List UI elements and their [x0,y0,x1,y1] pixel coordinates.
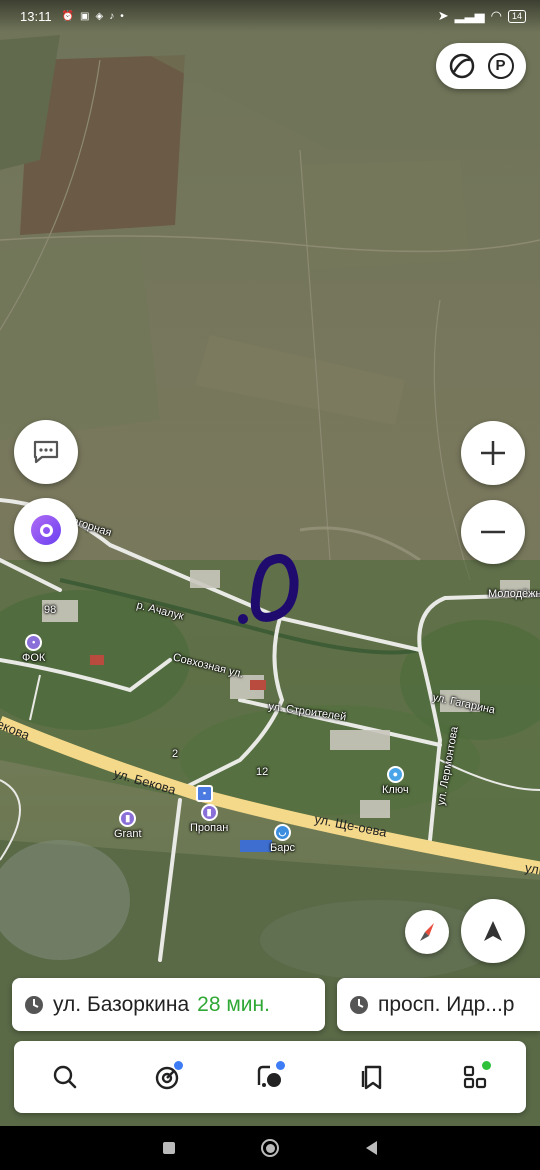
parking-icon: P [487,53,514,79]
tab-search[interactable] [35,1047,95,1107]
compass-button[interactable] [405,910,449,954]
minus-icon [481,530,505,534]
shopping-cart-icon: ◡ [273,824,291,841]
notification-badge [481,1061,491,1070]
battery-icon: 14 [507,9,526,23]
my-location-button[interactable] [461,899,525,963]
bus-stop-icon: ▪ [196,785,213,802]
house-number: 2 [172,748,179,760]
alice-voice-assistant-icon [31,515,61,545]
wifi-icon: ◠ [490,8,502,23]
more-dots-icon: • [120,10,124,22]
shield-icon: ◈ [95,10,104,22]
compass-icon [420,923,434,941]
house-number: 98 [44,604,57,616]
route-destination: ул. Базоркина [53,992,190,1016]
fuel-station-icon: ▮ [119,810,137,827]
clock-icon [25,995,43,1014]
lock-icon: ▣ [80,10,90,22]
alarm-icon: ⏰ [61,10,75,22]
poi-grant[interactable]: ▮ Grant [114,810,142,840]
route-chip-idrisa[interactable]: просп. Идр...р [337,978,540,1031]
location-arrow-icon: ➤ [437,8,449,23]
status-time: 13:11 [20,8,52,24]
status-bar: 13:11 ⏰ ▣ ◈ ♪ • ➤ ▂▃▅ ◠ 14 [0,0,540,32]
house-number: 12 [256,766,269,778]
satellite-map[interactable]: р. Ачалук Совхозная ул. ул. Строителей у… [0,0,540,1126]
system-navigation-bar [0,1126,540,1170]
recents-button[interactable] [163,1142,176,1154]
route-destination: просп. Идр...р [378,992,515,1016]
bottom-tab-bar [14,1041,526,1113]
route-duration: 28 мин. [197,992,270,1016]
fitness-icon: • [25,634,43,651]
poi-klyuch[interactable]: ● Ключ [382,766,409,796]
zoom-out-button[interactable] [461,500,525,564]
bookmark-icon [362,1065,382,1090]
navigation-arrow-icon [484,921,502,941]
notification-badge [173,1061,183,1070]
tab-services[interactable] [445,1047,505,1107]
poi-bus-stop[interactable]: ▪ [196,785,213,802]
back-button[interactable] [365,1141,377,1155]
notification-badge [275,1061,285,1070]
poi-bars[interactable]: ◡ Барс [270,824,295,854]
water-spring-icon: ● [386,766,404,783]
route-chip-bazorkina[interactable]: ул. Базоркина 28 мин. [12,978,325,1031]
layers-icon [449,53,474,79]
highway-label-edge: ул [523,859,540,878]
street-label-molodezhnaya: Молодёжная [488,588,540,600]
parking-button[interactable]: P [484,49,518,83]
tiktok-icon: ♪ [109,10,115,22]
alice-assistant-button[interactable] [14,498,78,562]
tab-navigator[interactable] [138,1047,198,1107]
tab-transport[interactable] [240,1047,300,1107]
clock-icon [350,995,368,1014]
poi-fok[interactable]: • ФОК [22,634,45,664]
tab-bookmarks[interactable] [342,1047,402,1107]
gas-station-icon: ▮ [200,804,218,821]
search-icon [53,1065,77,1089]
chat-button[interactable] [14,420,78,484]
poi-propan[interactable]: ▮ Пропан [190,804,228,834]
zoom-in-button[interactable] [461,421,525,485]
layers-button[interactable] [445,49,479,83]
plus-icon [481,441,505,465]
satellite-imagery [0,0,540,1126]
map-mode-pill: P [436,43,526,89]
signal-icon: ▂▃▅ [454,8,485,23]
chat-bubble-icon [33,440,59,464]
home-button[interactable] [261,1139,280,1157]
